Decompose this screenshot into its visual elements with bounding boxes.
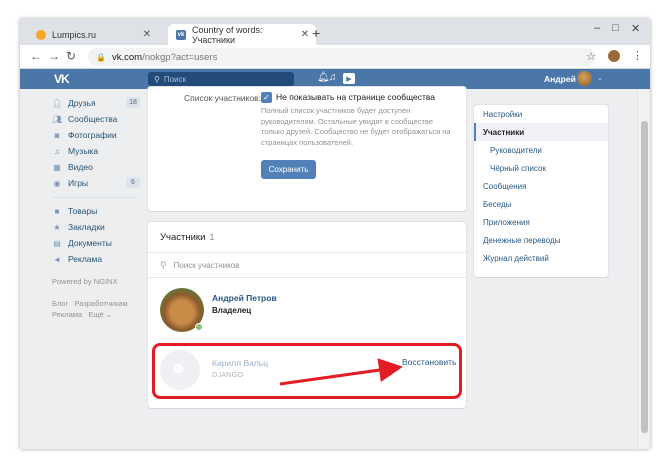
bookmark-star-icon[interactable]: ☆: [586, 50, 596, 63]
close-tab-icon[interactable]: ✕: [143, 29, 151, 40]
right-menu-item-messages[interactable]: Сообщения: [483, 182, 526, 191]
minimize-button[interactable]: –: [594, 22, 600, 34]
count-badge: 18: [126, 97, 140, 108]
left-menu: 👤︎ Друзья 18 👥︎ Сообщества ◙ Фотографии …: [52, 95, 140, 320]
right-menu-item-apps[interactable]: Приложения: [483, 218, 530, 227]
save-button[interactable]: Сохранить: [261, 160, 316, 179]
footer-links: Блог Разработчикам Реклама Ещё ⌄: [52, 298, 140, 320]
tab-title: Lumpics.ru: [52, 29, 97, 40]
address-host: vk.com: [111, 51, 143, 63]
address-path: /nokgp?act=users: [142, 51, 218, 63]
left-menu-label: Друзья: [68, 98, 96, 108]
megaphone-icon: ◄: [53, 254, 61, 264]
chevron-down-icon[interactable]: ⌄: [106, 310, 112, 319]
footer-link-more[interactable]: Ещё: [88, 310, 103, 319]
members-settings-card: Список участников: ✓ Не показывать на ст…: [148, 87, 466, 211]
members-card: Участники 1 ⚲ Поиск участников Андрей Пет…: [148, 222, 466, 408]
left-menu-label: Реклама: [68, 254, 103, 264]
tab-vk-members[interactable]: vk Country of words: Участники ✕: [168, 24, 316, 45]
hide-members-hint: Полный список участников будет доступен …: [261, 106, 451, 147]
vk-logo[interactable]: VK: [54, 72, 74, 86]
left-menu-item-photos[interactable]: ◙ Фотографии: [52, 127, 140, 143]
left-menu-label: Товары: [68, 206, 98, 216]
play-icon[interactable]: ▶: [343, 73, 355, 84]
right-menu-item-action-log[interactable]: Журнал действий: [483, 254, 549, 263]
lock-icon: 🔒: [96, 52, 106, 62]
tab-strip: Lumpics.ru ✕ vk Country of words: Участн…: [20, 19, 650, 45]
back-arrow-icon[interactable]: ←: [30, 49, 42, 63]
right-menu-item-blacklist[interactable]: Чёрный список: [490, 164, 546, 173]
scrollbar-thumb[interactable]: [641, 121, 648, 433]
footer-link-blog[interactable]: Блог: [52, 299, 68, 308]
vk-header: VK ⚲ Поиск 🔔︎ ♫ ▶ Андрей ⌄: [20, 69, 650, 89]
left-menu-label: Документы: [68, 238, 112, 248]
profile-avatar[interactable]: [608, 50, 620, 62]
notifications-bell-icon[interactable]: 🔔︎: [317, 72, 330, 83]
left-menu-item-video[interactable]: ▦ Видео: [52, 159, 140, 175]
left-menu-label: Игры: [68, 178, 89, 188]
right-menu-item-members[interactable]: Участники: [483, 128, 524, 137]
browser-toolbar: ← → ↻ 🔒 vk.com /nokgp?act=users ☆ ⋮: [20, 45, 650, 69]
music-icon[interactable]: ♫: [329, 72, 337, 83]
left-menu-item-friends[interactable]: 👤︎ Друзья 18: [52, 95, 140, 111]
user-name[interactable]: Андрей: [544, 74, 576, 84]
tab-lumpics[interactable]: Lumpics.ru ✕: [28, 24, 158, 45]
document-icon: ▤: [53, 238, 61, 248]
left-menu-label: Закладки: [68, 222, 105, 232]
page-scrollbar[interactable]: [637, 89, 650, 449]
left-menu-label: Видео: [68, 162, 93, 172]
user-avatar[interactable]: [577, 71, 592, 86]
right-menu-item-settings[interactable]: Настройки: [483, 110, 522, 119]
left-menu-label: Сообщества: [68, 114, 118, 124]
address-bar[interactable]: 🔒 vk.com /nokgp?act=users: [88, 48, 596, 66]
left-menu-item-games[interactable]: ◉ Игры 6: [52, 175, 140, 191]
close-tab-icon[interactable]: ✕: [301, 29, 309, 40]
browser-menu-icon[interactable]: ⋮: [632, 49, 643, 62]
left-menu-label: Музыка: [68, 146, 99, 156]
count-badge: 6: [126, 177, 140, 188]
right-menu-item-managers[interactable]: Руководители: [490, 146, 542, 155]
person-icon: 👤︎: [52, 98, 63, 108]
chevron-down-icon[interactable]: ⌄: [597, 74, 603, 82]
powered-by: Powered by NGINX: [52, 277, 118, 286]
tab-title: Country of words: Участники: [192, 24, 263, 45]
menu-divider: [52, 197, 138, 198]
left-menu-item-music[interactable]: ♫ Музыка: [52, 143, 140, 159]
footer-link-ads[interactable]: Реклама: [52, 310, 82, 319]
browser-window: Lumpics.ru ✕ vk Country of words: Участн…: [20, 19, 650, 449]
left-menu-label: Фотографии: [68, 130, 117, 140]
group-icon: 👥︎: [52, 114, 63, 124]
right-menu-item-chats[interactable]: Беседы: [483, 200, 511, 209]
video-icon: ▦: [53, 162, 61, 172]
right-menu-item-money-transfers[interactable]: Денежные переводы: [483, 236, 560, 245]
music-icon: ♫: [54, 146, 60, 156]
close-window-button[interactable]: ✕: [631, 22, 640, 35]
camera-icon: ◙: [54, 130, 60, 140]
vk-page: 👤︎ Друзья 18 👥︎ Сообщества ◙ Фотографии …: [20, 87, 650, 449]
star-icon: ★: [53, 222, 61, 232]
community-right-menu: Настройки Участники Руководители Чёрный …: [474, 105, 608, 277]
hide-members-checkbox-label[interactable]: Не показывать на странице сообщества: [276, 92, 435, 102]
lumpics-favicon-icon: [36, 29, 46, 40]
reload-icon[interactable]: ↻: [66, 49, 76, 63]
vk-favicon-icon: vk: [176, 29, 186, 40]
search-placeholder: Поиск: [163, 74, 187, 84]
new-tab-button[interactable]: +: [312, 25, 320, 41]
bag-icon: ■: [54, 206, 60, 216]
left-menu-item-documents[interactable]: ▤ Документы: [52, 235, 140, 251]
member-list-label: Список участников:: [184, 93, 262, 103]
left-menu-item-goods[interactable]: ■ Товары: [52, 203, 140, 219]
annotation-arrow: [279, 358, 403, 386]
hide-members-checkbox[interactable]: ✓: [261, 92, 272, 103]
maximize-button[interactable]: □: [612, 22, 619, 34]
footer-link-developers[interactable]: Разработчикам: [74, 299, 127, 308]
left-menu-item-communities[interactable]: 👥︎ Сообщества: [52, 111, 140, 127]
left-menu-item-ads[interactable]: ◄ Реклама: [52, 251, 140, 267]
gamepad-icon: ◉: [53, 178, 61, 188]
search-icon: ⚲: [154, 74, 160, 84]
left-menu-item-bookmarks[interactable]: ★ Закладки: [52, 219, 140, 235]
vk-search-input[interactable]: ⚲ Поиск: [148, 72, 294, 86]
forward-arrow-icon[interactable]: →: [48, 49, 60, 63]
